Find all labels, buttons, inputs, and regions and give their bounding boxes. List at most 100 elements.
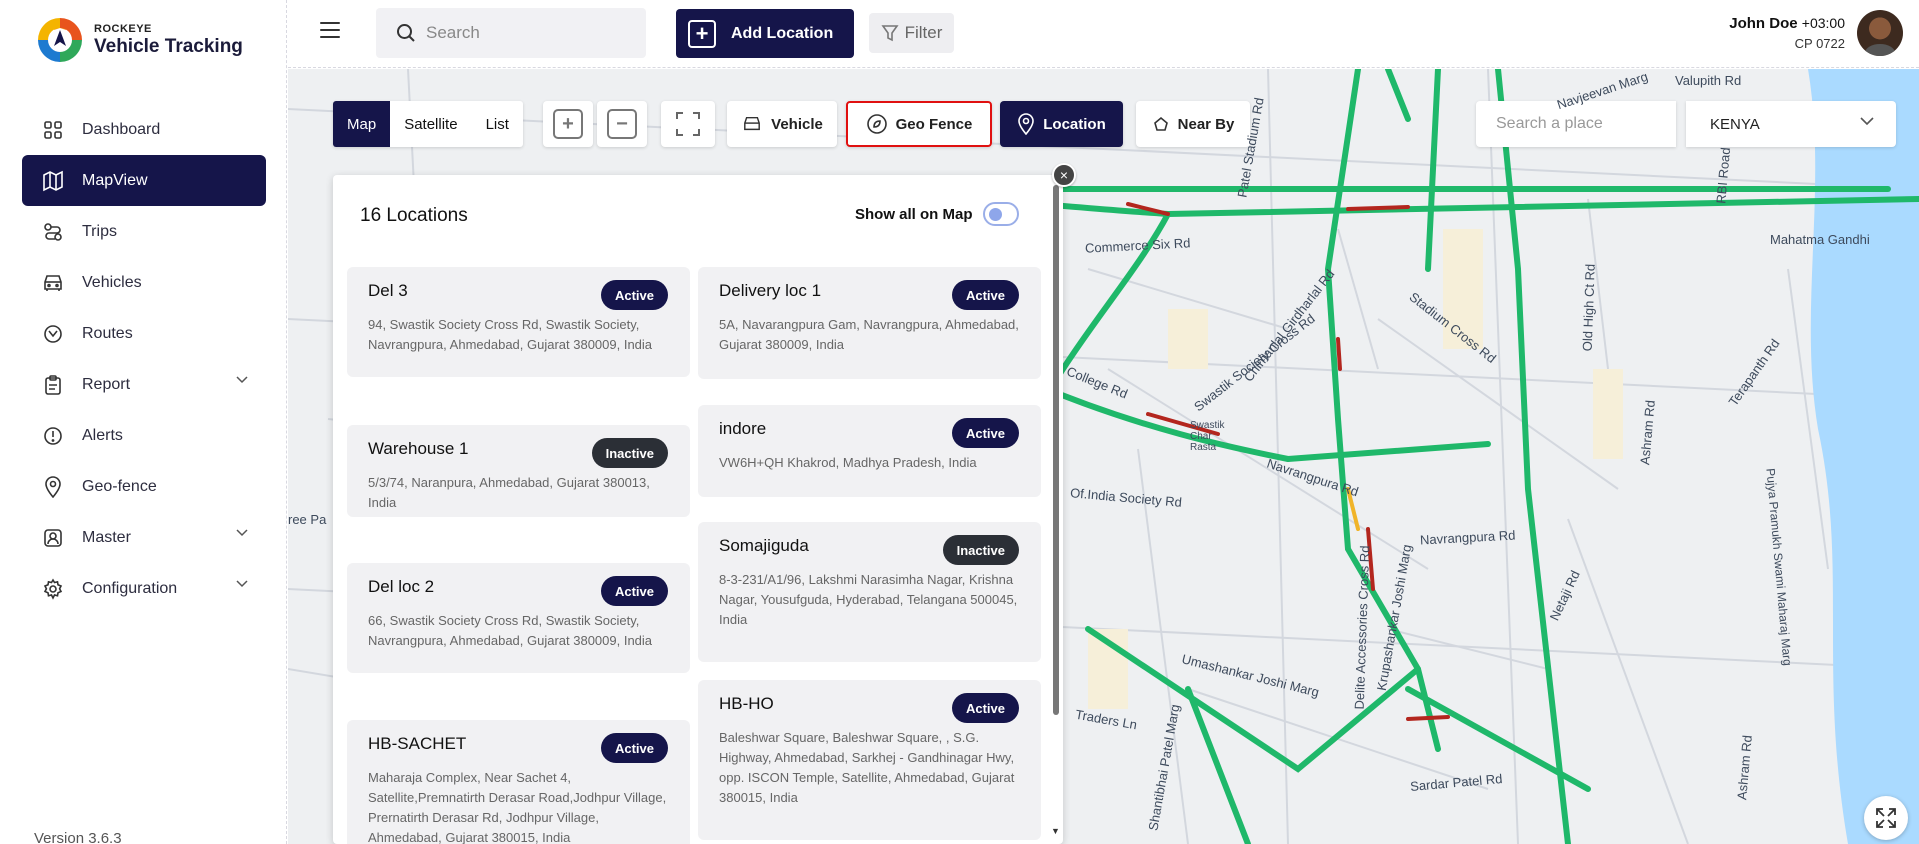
top-bar: + Add Location Filter John Doe +03:00 CP…: [288, 0, 1919, 68]
location-name: Somajiguda: [719, 536, 809, 555]
status-badge: Active: [951, 418, 1019, 448]
location-card[interactable]: Del 3 Active 94, Swastik Society Cross R…: [347, 267, 690, 377]
sidebar-item-label: Configuration: [82, 579, 178, 597]
chevron-down-icon: [236, 529, 248, 537]
report-icon: [42, 374, 64, 396]
fit-bounds-button[interactable]: [661, 101, 715, 147]
location-address: VW6H+QH Khakrod, Madhya Pradesh, India: [719, 455, 977, 470]
status-badge: Active: [951, 693, 1019, 723]
search-input[interactable]: [426, 23, 626, 43]
sidebar-item-report[interactable]: Report: [22, 359, 266, 410]
sidebar-item-label: Report: [82, 375, 131, 393]
user-name-line: John Doe +03:00: [1729, 15, 1845, 32]
location-filter-button[interactable]: Location: [1000, 101, 1123, 147]
sidebar: ROCKEYE Vehicle Tracking Dashboard MapVi…: [0, 0, 287, 844]
sidebar-item-geofence[interactable]: Geo-fence: [22, 461, 266, 512]
country-select[interactable]: KENYA: [1686, 101, 1896, 147]
sidebar-nav: Dashboard MapView Trips Vehicles Routes …: [22, 104, 266, 614]
show-all-toggle[interactable]: [982, 202, 1019, 226]
tab-list[interactable]: List: [472, 101, 523, 147]
plus-icon: +: [688, 19, 716, 48]
vehicle-icon: [744, 116, 761, 131]
sidebar-item-label: Routes: [82, 324, 133, 342]
country-value: KENYA: [1710, 115, 1760, 133]
chevron-down-icon: [236, 376, 248, 384]
location-card[interactable]: HB-HO Active Baleshwar Square, Baleshwar…: [698, 680, 1041, 840]
chevron-down-icon: [1860, 117, 1874, 126]
avatar[interactable]: [1857, 10, 1903, 56]
sidebar-item-label: Master: [82, 528, 131, 546]
scroll-down-arrow-icon[interactable]: ▼: [1051, 826, 1060, 836]
brand: ROCKEYE Vehicle Tracking: [32, 12, 243, 68]
sidebar-item-vehicles[interactable]: Vehicles: [22, 257, 266, 308]
version-label: Version 3.6.3: [34, 830, 122, 844]
location-card[interactable]: Del loc 2 Active 66, Swastik Society Cro…: [347, 563, 690, 673]
user-profile[interactable]: John Doe +03:00 CP 0722: [1729, 10, 1903, 56]
location-card[interactable]: Delivery loc 1 Active 5A, Navarangpura G…: [698, 267, 1041, 379]
near-by-button[interactable]: Near By: [1136, 101, 1250, 147]
tab-map[interactable]: Map: [333, 101, 391, 147]
search-box: [376, 8, 646, 58]
sidebar-item-dashboard[interactable]: Dashboard: [22, 104, 266, 155]
vehicle-filter-button[interactable]: Vehicle: [727, 101, 837, 147]
location-name: HB-HO: [719, 694, 774, 713]
gear-icon: [42, 577, 64, 600]
sidebar-item-mapview[interactable]: MapView: [22, 155, 266, 206]
location-name: Delivery loc 1: [719, 281, 822, 300]
close-panel-button[interactable]: ×: [1052, 163, 1076, 187]
sidebar-item-alerts[interactable]: Alerts: [22, 410, 266, 461]
add-location-button[interactable]: + Add Location: [676, 9, 854, 58]
zoom-in-icon: +: [553, 109, 583, 139]
brand-name-small: ROCKEYE: [94, 22, 152, 35]
sidebar-item-label: Trips: [82, 222, 117, 240]
show-all-control: Show all on Map: [855, 202, 1019, 226]
master-icon: [42, 527, 64, 549]
sidebar-item-trips[interactable]: Trips: [22, 206, 266, 257]
sidebar-item-label: MapView: [82, 171, 148, 189]
filter-label: Filter: [904, 23, 943, 42]
location-card[interactable]: Warehouse 1 Inactive 5/3/74, Naranpura, …: [347, 425, 690, 517]
search-icon: [397, 24, 415, 42]
trips-icon: [42, 221, 64, 243]
status-badge: Inactive: [942, 535, 1019, 565]
location-pin-icon: [1018, 113, 1035, 135]
sidebar-item-routes[interactable]: Routes: [22, 308, 266, 359]
geofence-icon: [42, 475, 64, 498]
filter-button[interactable]: Filter: [869, 13, 954, 53]
dashboard-icon: [42, 119, 64, 141]
routes-icon: [42, 323, 64, 345]
fullscreen-button[interactable]: [1864, 796, 1908, 840]
status-badge: Active: [600, 280, 668, 310]
near-by-icon: [1153, 116, 1168, 131]
hamburger-menu-icon[interactable]: [320, 22, 340, 43]
user-timezone: +03:00: [1801, 15, 1845, 31]
location-card[interactable]: HB-SACHET Active Maharaja Complex, Near …: [347, 720, 690, 844]
location-address: 66, Swastik Society Cross Rd, Swastik So…: [368, 613, 653, 648]
logo-icon: [38, 18, 82, 62]
status-badge: Active: [600, 576, 668, 606]
chevron-down-icon: [236, 580, 248, 588]
geo-fence-button[interactable]: Geo Fence: [846, 101, 992, 147]
place-search-input[interactable]: [1496, 115, 1666, 133]
sidebar-item-label: Dashboard: [82, 120, 161, 138]
user-subtitle: CP 0722: [1794, 36, 1845, 51]
sidebar-item-master[interactable]: Master: [22, 512, 266, 563]
add-location-label: Add Location: [731, 24, 834, 42]
panel-title: 16 Locations: [360, 205, 468, 226]
tab-satellite[interactable]: Satellite: [390, 101, 471, 147]
vehicle-label: Vehicle: [771, 115, 823, 133]
panel-scrollbar[interactable]: [1053, 185, 1059, 715]
map-view-tabs: Map Satellite List: [333, 101, 523, 147]
sidebar-item-configuration[interactable]: Configuration: [22, 563, 266, 614]
zoom-in-button[interactable]: +: [543, 101, 593, 147]
zoom-out-button[interactable]: −: [597, 101, 647, 147]
location-label: Location: [1043, 115, 1106, 133]
locations-panel: 16 Locations Show all on Map Del 3 Activ…: [333, 175, 1063, 844]
close-icon: ×: [1059, 167, 1069, 183]
show-all-label: Show all on Map: [855, 205, 973, 223]
sidebar-item-label: Vehicles: [82, 273, 142, 291]
location-address: Maharaja Complex, Near Sachet 4, Satelli…: [368, 770, 667, 844]
location-card[interactable]: indore Active VW6H+QH Khakrod, Madhya Pr…: [698, 405, 1041, 497]
filter-icon: [881, 25, 899, 42]
location-card[interactable]: Somajiguda Inactive 8-3-231/A1/96, Laksh…: [698, 522, 1041, 662]
